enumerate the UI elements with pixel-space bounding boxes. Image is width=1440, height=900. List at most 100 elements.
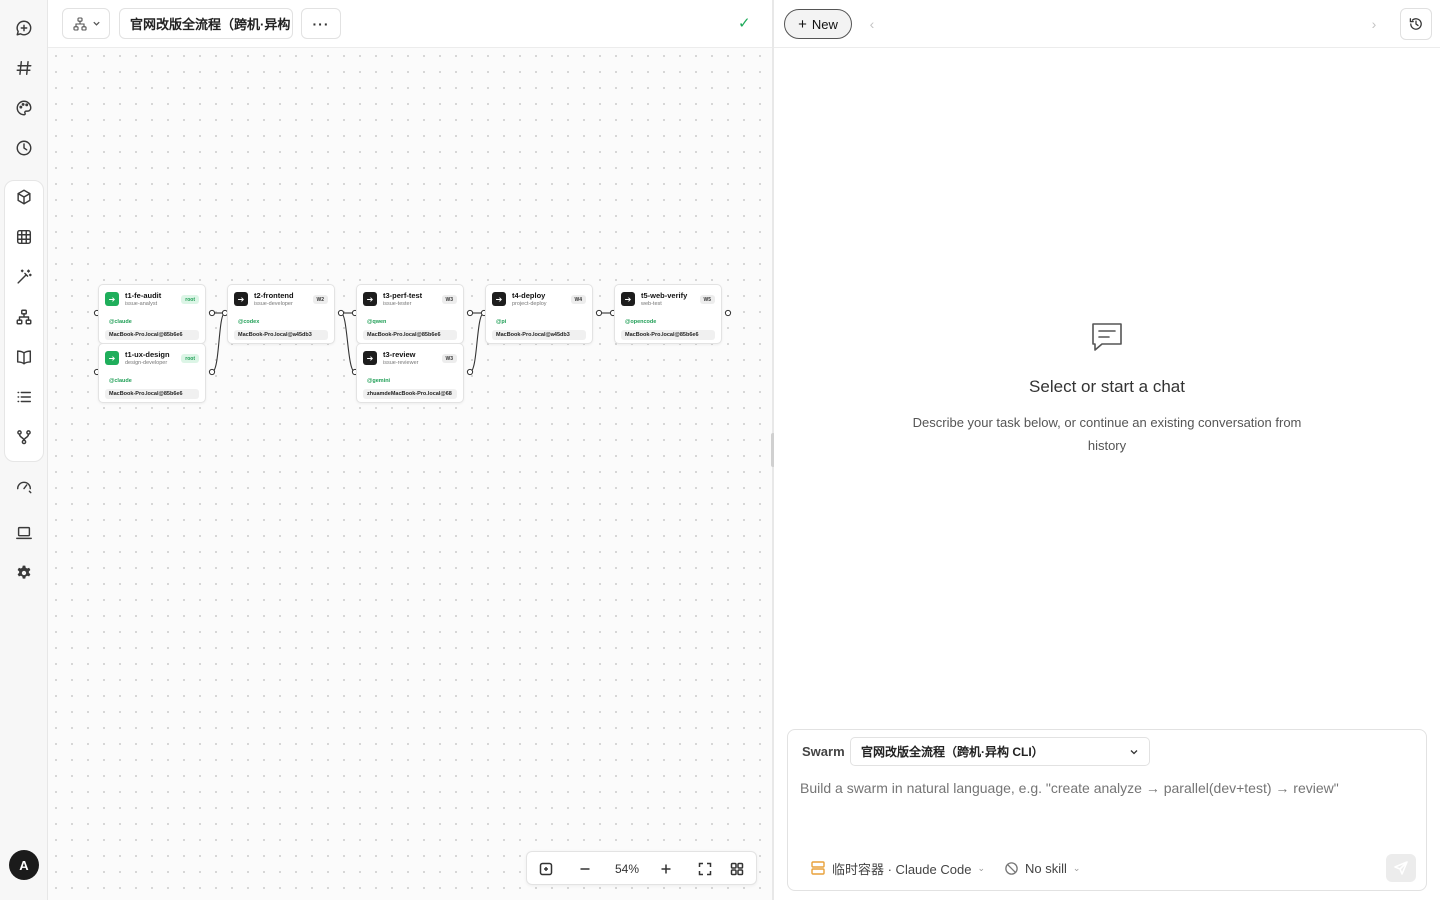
history-button[interactable] — [1400, 8, 1432, 40]
arrow-right-icon: ➔ — [105, 292, 119, 306]
node-title: t3-review — [383, 350, 416, 359]
next-chat-button[interactable]: › — [1360, 10, 1388, 38]
zoom-in-icon[interactable] — [655, 852, 677, 886]
node-agent: @claude — [109, 319, 132, 325]
node-agent: @codex — [238, 319, 260, 325]
chat-panel: + New ‹ › Select or start a chat Describ… — [774, 0, 1440, 900]
graph-node[interactable]: ➔ t2-frontend issue-developer W2 @codex … — [227, 284, 335, 344]
arrow-right-icon: ➔ — [492, 292, 506, 306]
swarm-label: Swarm — [802, 744, 845, 759]
chat-toolbar: + New ‹ › — [774, 0, 1440, 48]
node-host: MacBook-Pro.local@85b6e6 — [105, 330, 199, 340]
node-title: t4-deploy — [512, 291, 546, 300]
arrow-right-icon: ➔ — [363, 351, 377, 365]
chevron-down-icon — [92, 21, 100, 26]
prev-chat-button[interactable]: ‹ — [858, 10, 886, 38]
prompt-input[interactable] — [800, 780, 1410, 796]
branch-icon[interactable] — [8, 421, 40, 453]
node-agent: @qwen — [367, 319, 387, 325]
zoom-toolbar: 54% — [526, 851, 757, 885]
fullscreen-icon[interactable] — [694, 852, 716, 886]
container-icon — [811, 861, 825, 875]
laptop-icon[interactable] — [8, 517, 40, 549]
app: A 官网改版全流程（跨机·异构 ··· ✓ ➔ t1-fe-audit issu… — [0, 0, 1440, 900]
node-badge: W4 — [570, 295, 586, 304]
node-agent: @claude — [109, 378, 132, 384]
magic-wand-icon[interactable] — [8, 261, 40, 293]
node-badge: root — [181, 295, 199, 304]
list-icon[interactable] — [8, 381, 40, 413]
more-button[interactable]: ··· — [301, 8, 341, 39]
book-icon[interactable] — [8, 341, 40, 373]
arrow-right-icon: ➔ — [105, 351, 119, 365]
swarm-select-value: 官网改版全流程（跨机·异构 CLI） — [861, 745, 1044, 759]
send-button[interactable] — [1386, 854, 1416, 882]
node-title: t2-frontend — [254, 291, 294, 300]
zoom-out-icon[interactable] — [574, 852, 596, 886]
swarm-title[interactable]: 官网改版全流程（跨机·异构 — [119, 8, 293, 39]
chat-bubble-icon — [774, 318, 1440, 361]
empty-description: Describe your task below, or continue an… — [912, 415, 1302, 453]
node-host: MacBook-Pro.local@85b6e6 — [621, 330, 715, 340]
new-chat-button[interactable]: + New — [784, 9, 852, 39]
graph-node[interactable]: ➔ t1-ux-design design-developer root @cl… — [98, 343, 206, 403]
fit-view-icon[interactable] — [535, 852, 557, 886]
user-avatar[interactable]: A — [9, 850, 39, 880]
node-role: design-developer — [125, 360, 168, 366]
composer: Swarm 官网改版全流程（跨机·异构 CLI） 临时容器 · Claude C… — [787, 729, 1427, 891]
edge — [340, 312, 356, 373]
node-title: t1-fe-audit — [125, 291, 162, 300]
node-badge: W2 — [312, 295, 328, 304]
canvas-toolbar: 官网改版全流程（跨机·异构 ··· ✓ — [48, 0, 772, 48]
history-icon — [1409, 18, 1422, 30]
node-host: MacBook-Pro.local@a45db3 — [492, 330, 586, 340]
workflow-icon — [72, 16, 87, 31]
swarm-graph: ➔ t1-fe-audit issue-analyst root @claude… — [48, 48, 772, 900]
settings-icon[interactable] — [8, 557, 40, 589]
node-badge: W5 — [699, 295, 715, 304]
layout-grid-icon[interactable] — [726, 852, 748, 886]
palette-icon[interactable] — [8, 92, 40, 124]
node-host: MacBook-Pro.local@a45db3 — [234, 330, 328, 340]
graph-node[interactable]: ➔ t3-review issue-reviewer W3 @gemini zh… — [356, 343, 464, 403]
skill-selector[interactable]: No skill ⌄ — [1004, 857, 1080, 879]
node-host: MacBook-Pro.local@85b6e6 — [363, 330, 457, 340]
canvas-panel: 官网改版全流程（跨机·异构 ··· ✓ ➔ t1-fe-audit issue-… — [48, 0, 772, 900]
ban-icon — [1005, 861, 1018, 875]
send-icon — [1394, 861, 1408, 875]
arrow-right-icon: ➔ — [621, 292, 635, 306]
hash-icon[interactable] — [8, 52, 40, 84]
node-badge: W3 — [441, 295, 457, 304]
edge — [469, 312, 485, 373]
empty-state: Select or start a chat Describe your tas… — [774, 318, 1440, 457]
skill-label: No skill — [1025, 860, 1067, 876]
graph-edges — [93, 309, 732, 376]
graph-node[interactable]: ➔ t5-web-verify web-test W5 @opencode Ma… — [614, 284, 722, 344]
node-role: project-deploy — [512, 301, 547, 307]
grid-icon[interactable] — [8, 221, 40, 253]
arrow-right-icon: ➔ — [363, 292, 377, 306]
node-agent: @gemini — [367, 378, 391, 384]
graph-node[interactable]: ➔ t1-fe-audit issue-analyst root @claude… — [98, 284, 206, 344]
gauge-icon[interactable] — [8, 469, 40, 501]
new-chat-icon[interactable] — [8, 12, 40, 44]
node-agent: @pi — [496, 319, 507, 325]
chevron-down-icon: ⌄ — [977, 862, 985, 873]
node-title: t1-ux-design — [125, 350, 170, 359]
left-rail: A — [0, 0, 48, 900]
node-role: issue-developer — [254, 301, 293, 307]
graph-selector[interactable] — [62, 8, 110, 39]
swarm-select[interactable]: 官网改版全流程（跨机·异构 CLI） — [850, 737, 1150, 766]
cube-icon[interactable] — [8, 181, 40, 213]
graph-node[interactable]: ➔ t3-perf-test issue-tester W3 @qwen Mac… — [356, 284, 464, 344]
chevron-down-icon — [1130, 749, 1138, 754]
node-title: t3-perf-test — [383, 291, 423, 300]
node-host: zhuamdeMacBook-Pro.local@68 — [363, 389, 457, 399]
plus-icon: + — [798, 15, 807, 33]
workflow-icon[interactable] — [8, 301, 40, 333]
node-host: MacBook-Pro.local@85b6e6 — [105, 389, 199, 399]
graph-node[interactable]: ➔ t4-deploy project-deploy W4 @pi MacBoo… — [485, 284, 593, 344]
runtime-selector[interactable]: 临时容器 · Claude Code ⌄ — [810, 857, 985, 879]
history-clock-icon[interactable] — [8, 132, 40, 164]
node-role: issue-analyst — [125, 301, 158, 307]
